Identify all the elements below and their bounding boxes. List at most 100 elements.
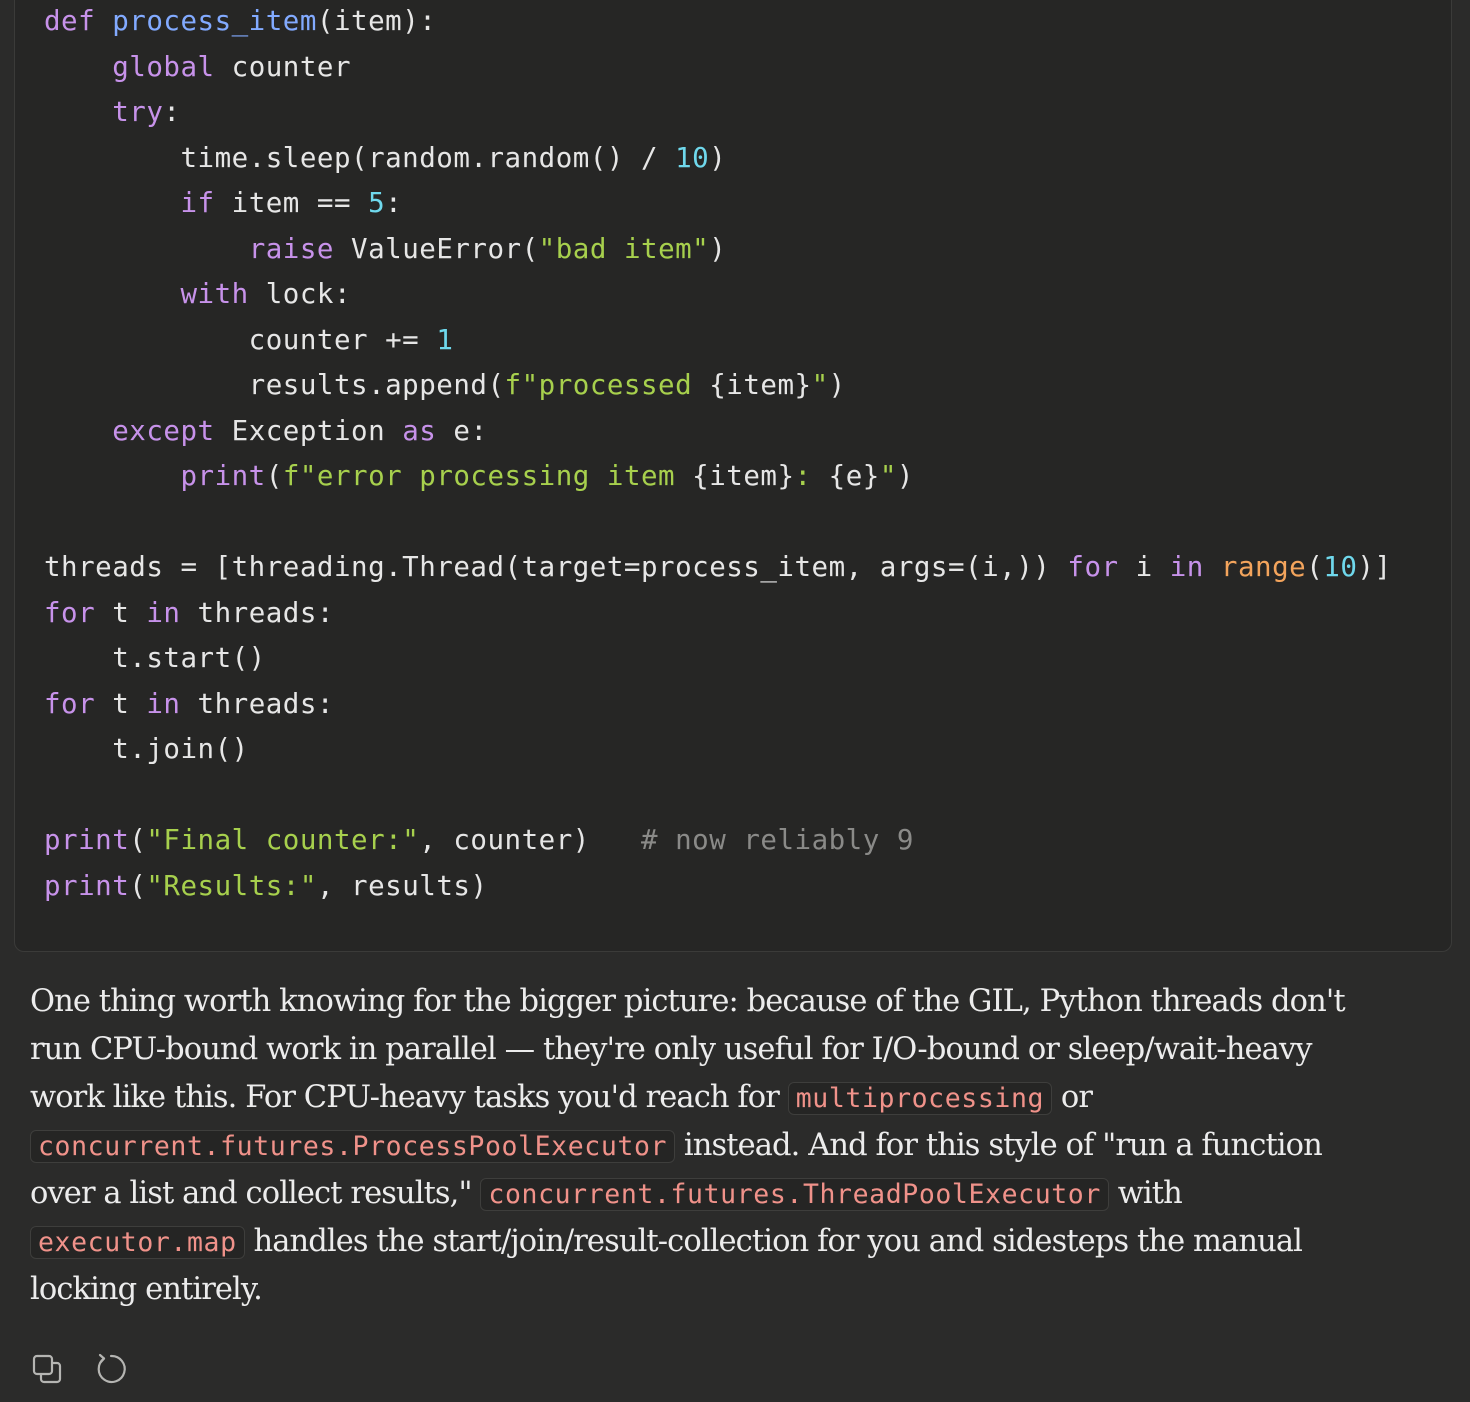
code-token: "bad item" (538, 232, 710, 265)
code-token: : (163, 96, 181, 128)
code-token: t.start() (44, 642, 266, 674)
code-line: t.start() (44, 636, 1392, 682)
code-line: results.append(f"processed {item}") (44, 363, 1392, 409)
code-token: except (112, 414, 215, 447)
code-line: for t in threads: (44, 591, 1392, 637)
inline-code: concurrent.futures.ProcessPoolExecutor (30, 1130, 676, 1163)
code-token: 10 (675, 141, 710, 174)
message-actions (30, 1352, 128, 1386)
code-line: global counter (44, 45, 1392, 91)
code-token: " (811, 369, 829, 401)
code-token: t (95, 687, 147, 720)
code-token: def (44, 5, 96, 37)
inline-code: multiprocessing (787, 1082, 1053, 1115)
code-token: {e} (828, 460, 880, 492)
code-token: ValueError( (333, 232, 539, 265)
code-token: ) (709, 141, 727, 174)
code-content: def process_item(item): global counter t… (44, 0, 1392, 909)
code-token: )] (1357, 551, 1392, 583)
code-token: counter (214, 50, 352, 83)
code-line: try: (44, 90, 1392, 136)
message-line: run CPU-bound work in parallel — they're… (30, 1026, 1390, 1074)
retry-button[interactable] (94, 1352, 128, 1386)
message-text: over a list and collect results," (30, 1176, 481, 1211)
message-text: instead. And for this style of "run a fu… (675, 1128, 1323, 1163)
code-token: "Final counter:" (146, 824, 420, 856)
code-block: def process_item(item): global counter t… (14, 0, 1452, 952)
code-token: as (402, 414, 437, 447)
code-token: threads: (180, 687, 334, 720)
message-text: handles the start/join/result-collection… (244, 1224, 1302, 1259)
code-token: try (112, 96, 164, 128)
code-line: except Exception as e: (44, 409, 1392, 455)
code-token: t (95, 596, 147, 629)
code-token: {item} (709, 369, 812, 401)
code-line: raise ValueError("bad item") (44, 227, 1392, 273)
code-token: threads = [threading.Thread(target=proce… (44, 551, 1068, 583)
code-line: if item == 5: (44, 181, 1392, 227)
code-token: print (44, 869, 130, 902)
code-token: in (146, 687, 181, 720)
code-token: e: (436, 414, 488, 447)
code-token: "Results:" (146, 869, 317, 902)
message-text: with (1108, 1176, 1183, 1211)
code-token: , counter) (419, 824, 641, 856)
code-line: threads = [threading.Thread(target=proce… (44, 545, 1392, 591)
retry-icon (97, 1353, 126, 1384)
message-line: work like this. For CPU-heavy tasks you'… (30, 1074, 1390, 1122)
code-token: f"error processing item (282, 460, 693, 492)
code-token: process_item (112, 5, 317, 37)
code-token: time.sleep(random.random() / (44, 141, 676, 174)
code-line: print("Results:", results) (44, 864, 1392, 910)
code-token: ( (129, 824, 147, 856)
code-token: : (385, 187, 403, 219)
code-token: range (1220, 551, 1307, 583)
inline-code: executor.map (30, 1226, 245, 1259)
code-token: item == (214, 187, 369, 219)
code-line: def process_item(item): (44, 0, 1392, 45)
code-token: " (879, 460, 897, 492)
code-token: in (1169, 551, 1204, 583)
code-token: ( (1306, 551, 1324, 583)
code-line: for t in threads: (44, 682, 1392, 728)
code-token: i (1118, 551, 1170, 583)
code-token: f"processed (504, 369, 710, 401)
message-line: One thing worth knowing for the bigger p… (30, 978, 1390, 1026)
code-token: ) (896, 460, 914, 492)
code-token: in (146, 596, 181, 629)
code-token: # now reliably 9 (641, 824, 914, 856)
code-token: 5 (368, 187, 386, 219)
code-token: ( (129, 869, 147, 902)
code-token: results.append( (44, 369, 505, 401)
code-token: t.join() (44, 733, 249, 765)
code-token: print (180, 460, 266, 492)
code-token: with (180, 278, 249, 310)
code-token: for (1067, 551, 1119, 583)
copy-button[interactable] (30, 1352, 64, 1386)
code-token: ) (709, 232, 727, 265)
code-token: Exception (214, 414, 403, 447)
inline-code: concurrent.futures.ThreadPoolExecutor (480, 1178, 1109, 1211)
code-token: {item} (692, 460, 795, 492)
message-line: executor.map handles the start/join/resu… (30, 1218, 1390, 1266)
code-token: ( (265, 460, 283, 492)
code-token: 1 (436, 323, 454, 356)
code-token: for (44, 687, 96, 720)
message-text: work like this. For CPU-heavy tasks you'… (30, 1080, 788, 1115)
code-token: counter += (44, 323, 437, 356)
message-text: locking entirely. (30, 1272, 263, 1307)
message-text: One thing worth knowing for the bigger p… (30, 984, 1346, 1019)
code-token: global (112, 50, 215, 83)
code-token: , results) (316, 869, 488, 902)
code-line: with lock: (44, 272, 1392, 318)
code-token: threads: (180, 596, 334, 629)
message-line: locking entirely. (30, 1266, 1390, 1314)
